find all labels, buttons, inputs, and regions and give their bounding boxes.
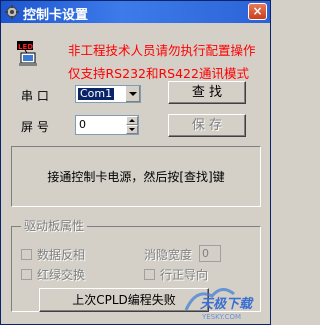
gear-icon — [5, 5, 19, 19]
watermark-logo: 天极下载 YESKY.COM — [184, 288, 254, 321]
spin-up-icon[interactable] — [126, 116, 138, 125]
message-panel: 接通控制卡电源，然后按[查找]键 — [11, 146, 261, 207]
blank-width-label: 消隐宽度 — [144, 248, 193, 262]
window-title: 控制卡设置 — [23, 8, 89, 23]
row-order-checkbox[interactable] — [144, 269, 155, 280]
blank-width-stepper[interactable]: 0 — [199, 245, 221, 262]
data-invert-checkbox[interactable] — [21, 249, 32, 260]
serial-port-select[interactable]: Com1 — [75, 85, 141, 103]
spin-down-icon[interactable] — [126, 125, 138, 134]
title-bar[interactable]: 控制卡设置 × — [1, 1, 270, 23]
serial-port-label: 串 口 — [21, 89, 49, 103]
red-green-swap-label: 红绿交换 — [37, 268, 86, 282]
watermark-domain: YESKY.COM — [201, 313, 241, 321]
screen-number-value: 0 — [79, 118, 86, 131]
svg-text:LED: LED — [18, 43, 33, 51]
driver-board-group-title: 驱动板属性 — [21, 217, 88, 234]
dialog-window: 控制卡设置 × LED 非工程技术人员请勿执行配置操作 仅支持RS232和RS4… — [0, 0, 271, 325]
search-button[interactable]: 查 找 — [168, 81, 246, 104]
close-button[interactable]: × — [248, 3, 267, 20]
screen-number-label: 屏 号 — [21, 120, 49, 134]
red-green-swap-checkbox[interactable] — [21, 269, 32, 280]
chevron-down-icon[interactable] — [125, 86, 140, 102]
led-device-icon: LED — [17, 41, 37, 66]
row-order-label: 行正导向 — [160, 268, 209, 282]
serial-port-value: Com1 — [78, 87, 115, 100]
screen-number-stepper[interactable]: 0 — [75, 115, 139, 135]
warning-text: 非工程技术人员请勿执行配置操作 — [68, 43, 256, 58]
support-text: 仅支持RS232和RS422通讯模式 — [68, 66, 249, 81]
instruction-text: 接通控制卡电源，然后按[查找]键 — [47, 170, 225, 184]
watermark-text: 天极下载 — [200, 296, 254, 312]
save-button[interactable]: 保 存 — [168, 114, 246, 137]
data-invert-label: 数据反相 — [37, 248, 86, 262]
blank-width-value: 0 — [202, 247, 209, 260]
